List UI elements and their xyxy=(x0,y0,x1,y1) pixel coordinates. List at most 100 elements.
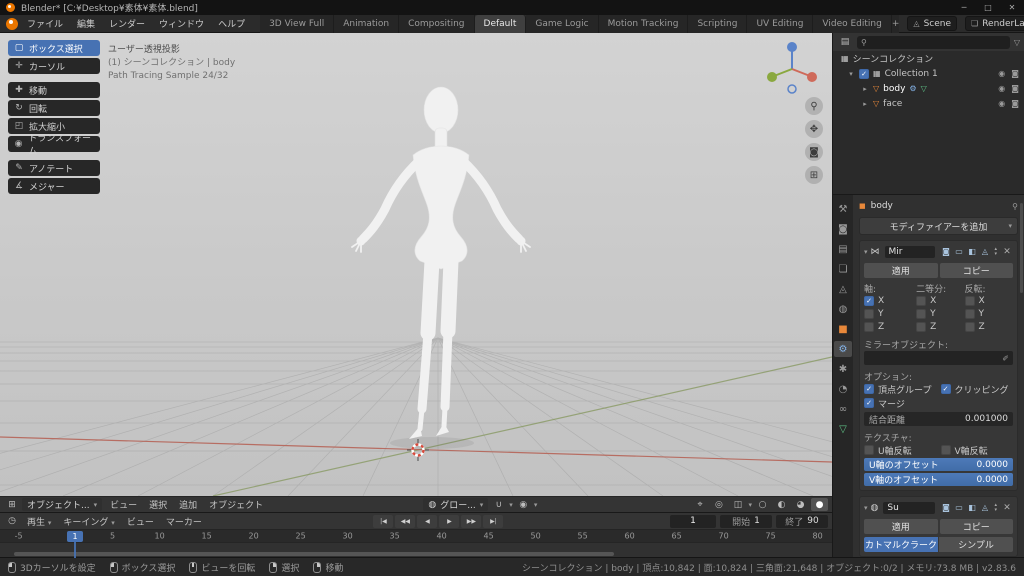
gizmo-z-axis[interactable] xyxy=(787,42,797,52)
tool-button-cursor[interactable]: ✛ カーソル xyxy=(8,58,100,74)
mirror-object-field[interactable]: ✐ xyxy=(864,351,1013,365)
nav-button-pan[interactable]: ✥ xyxy=(805,120,823,138)
view-layer-selector[interactable]: ❏ RenderLayer ✕ xyxy=(965,16,1024,31)
menu-help[interactable]: ヘルプ xyxy=(211,17,252,30)
workspace-tab-uv-editing[interactable]: UV Editing xyxy=(747,14,814,33)
nav-button-zoom[interactable]: ⚲ xyxy=(805,97,823,115)
bisect-z-checkbox[interactable] xyxy=(916,321,927,332)
maximize-button[interactable]: □ xyxy=(976,0,1000,15)
nav-button-toggle-perspective[interactable]: ⊞ xyxy=(805,166,823,184)
mirror-axis-x-checkbox[interactable] xyxy=(864,295,874,306)
properties-tab-tool[interactable]: ⚒ xyxy=(834,201,852,217)
viewport-menu-select[interactable]: 選択 xyxy=(143,498,173,511)
flip-u-checkbox[interactable] xyxy=(864,445,874,455)
bisect-y-checkbox[interactable] xyxy=(916,308,927,319)
clipping-checkbox[interactable] xyxy=(940,384,951,394)
timeline-canvas[interactable] xyxy=(0,543,832,558)
transport-play[interactable]: ▶ xyxy=(439,514,460,528)
editor-type-icon[interactable]: ⊞ xyxy=(4,500,20,510)
move-down-icon[interactable]: ▾ xyxy=(994,507,997,513)
subsurf-modifier-header[interactable]: ▾ ◍ Su ◙ ▭ ◧ ◬ ▴ ▾ ✕ xyxy=(864,500,1013,515)
properties-tab-scene[interactable]: ◬ xyxy=(834,281,852,297)
timeline-ruler[interactable]: 1 -5 5 10 15 20 25 30 35 40 45 50 55 60 65 70 75 80 xyxy=(0,530,832,543)
tool-button-box-select[interactable]: ▢ ボックス選択 xyxy=(8,40,100,56)
gizmo-x-axis[interactable] xyxy=(807,72,817,82)
properties-tab-object[interactable]: ■ xyxy=(834,321,852,337)
apply-button[interactable]: 適用 xyxy=(864,519,938,534)
viewport-menu-add[interactable]: 追加 xyxy=(173,498,203,511)
camera-icon[interactable]: ◙ xyxy=(1011,84,1019,93)
transport-play-reverse[interactable]: ◀ xyxy=(417,514,438,528)
apply-button[interactable]: 適用 xyxy=(864,263,938,278)
outliner-search[interactable]: ⚲ xyxy=(857,35,1010,49)
offset-v-slider[interactable]: V軸のオフセット 0.0000 xyxy=(864,473,1013,486)
tool-button-annotate[interactable]: ✎ アノテート xyxy=(8,160,100,176)
modifier-toggle-cage-toggle[interactable]: ◬ xyxy=(979,247,990,256)
modifier-toggle-editmode-toggle[interactable]: ◧ xyxy=(966,247,977,256)
properties-tab-world[interactable]: ◍ xyxy=(834,301,852,317)
outliner-row-scene-collection[interactable]: ▦ シーンコレクション xyxy=(833,51,1024,66)
copy-button[interactable]: コピー xyxy=(939,263,1013,278)
falloff-dropdown[interactable]: ▾ xyxy=(534,501,538,509)
viewport-menu-view[interactable]: ビュー xyxy=(104,498,143,511)
modifier-name-field[interactable]: Mir xyxy=(884,245,936,258)
modifier-toggle-realtime-toggle[interactable]: ▭ xyxy=(953,503,964,512)
transport-prev-keyframe[interactable]: ◀◀ xyxy=(395,514,416,528)
shading-material-button[interactable]: ◕ xyxy=(792,498,809,511)
filter-icon[interactable]: ▽ xyxy=(1014,38,1020,47)
outliner-row-face[interactable]: ▸ ▽ face ◉ ◙ xyxy=(833,96,1024,111)
offset-u-slider[interactable]: U軸のオフセット 0.0000 xyxy=(864,458,1013,471)
catmull-clark-button[interactable]: カトマルクラーク xyxy=(864,537,938,552)
show-overlays-toggle[interactable]: ◎ xyxy=(710,498,727,511)
modifier-toggle-realtime-toggle[interactable]: ▭ xyxy=(953,247,964,256)
show-gizmo-toggle[interactable]: ⌖ xyxy=(691,498,708,511)
workspace-tab-3d-view-full[interactable]: 3D View Full xyxy=(260,14,335,33)
workspace-tab-scripting[interactable]: Scripting xyxy=(688,14,748,33)
eye-icon[interactable]: ◉ xyxy=(998,99,1005,108)
character-mesh[interactable] xyxy=(351,86,531,449)
orientation-dropdown[interactable]: ◍ グロー... ▾ xyxy=(423,498,489,511)
transport-next-keyframe[interactable]: ▶▶ xyxy=(461,514,482,528)
menu-file[interactable]: ファイル xyxy=(20,17,70,30)
collection-checkbox[interactable] xyxy=(859,68,869,79)
mirror-modifier-header[interactable]: ▾ ⋈ Mir ◙ ▭ ◧ ◬ ▴ ▾ ✕ xyxy=(864,244,1013,259)
workspace-tab-game-logic[interactable]: Game Logic xyxy=(526,14,599,33)
eye-icon[interactable]: ◉ xyxy=(998,69,1005,78)
playhead-badge[interactable]: 1 xyxy=(67,531,83,542)
shading-rendered-button[interactable]: ● xyxy=(811,498,828,511)
modifier-toggle-render-toggle[interactable]: ◙ xyxy=(940,247,951,256)
shading-wireframe-button[interactable]: ○ xyxy=(754,498,771,511)
properties-tab-particles[interactable]: ✱ xyxy=(834,361,852,377)
frame-end-field[interactable]: 終了 90 xyxy=(776,514,828,528)
eyedropper-icon[interactable]: ✐ xyxy=(1002,354,1009,363)
mirror-axis-z-checkbox[interactable] xyxy=(864,321,874,332)
delete-modifier-icon[interactable]: ✕ xyxy=(1001,503,1013,513)
move-down-icon[interactable]: ▾ xyxy=(994,251,997,257)
outliner-row-body[interactable]: ▸ ▽ body ⚙ ▽ ◉ ◙ xyxy=(833,81,1024,96)
camera-icon[interactable]: ◙ xyxy=(1011,69,1019,78)
outliner-editor-icon[interactable]: ▤ xyxy=(837,37,853,47)
tool-button-rotate[interactable]: ↻ 回転 xyxy=(8,100,100,116)
expand-right-icon[interactable]: ▸ xyxy=(861,85,869,93)
menu-marker[interactable]: マーカー xyxy=(161,515,207,528)
properties-tab-output[interactable]: ▤ xyxy=(834,241,852,257)
flip-x-checkbox[interactable] xyxy=(964,295,975,306)
outliner-row-collection-1[interactable]: ▾ ▦ Collection 1 ◉ ◙ xyxy=(833,66,1024,81)
3d-viewport[interactable]: ユーザー透視投影 (1) シーンコレクション | body Path Traci… xyxy=(0,33,832,512)
viewport-menu-object[interactable]: オブジェクト xyxy=(203,498,269,511)
delete-modifier-icon[interactable]: ✕ xyxy=(1001,247,1013,257)
snap-toggle[interactable]: ∪ xyxy=(490,498,507,511)
close-button[interactable]: ✕ xyxy=(1000,0,1024,15)
transport-jump-to-start[interactable]: |◀ xyxy=(373,514,394,528)
expand-icon[interactable]: ▾ xyxy=(864,248,868,256)
properties-tab-render[interactable]: ◙ xyxy=(834,221,852,237)
workspace-tab-video-editing[interactable]: Video Editing xyxy=(813,14,892,33)
flip-y-checkbox[interactable] xyxy=(964,308,975,319)
proportional-edit-toggle[interactable]: ◉ xyxy=(515,498,532,511)
shading-dropdown[interactable]: ▾ xyxy=(748,501,752,509)
camera-icon[interactable]: ◙ xyxy=(1011,99,1019,108)
properties-tab-object-data[interactable]: ▽ xyxy=(834,421,852,437)
nav-button-camera-view[interactable]: ◙ xyxy=(805,143,823,161)
playhead-line[interactable] xyxy=(74,542,76,558)
bisect-x-checkbox[interactable] xyxy=(916,295,927,306)
